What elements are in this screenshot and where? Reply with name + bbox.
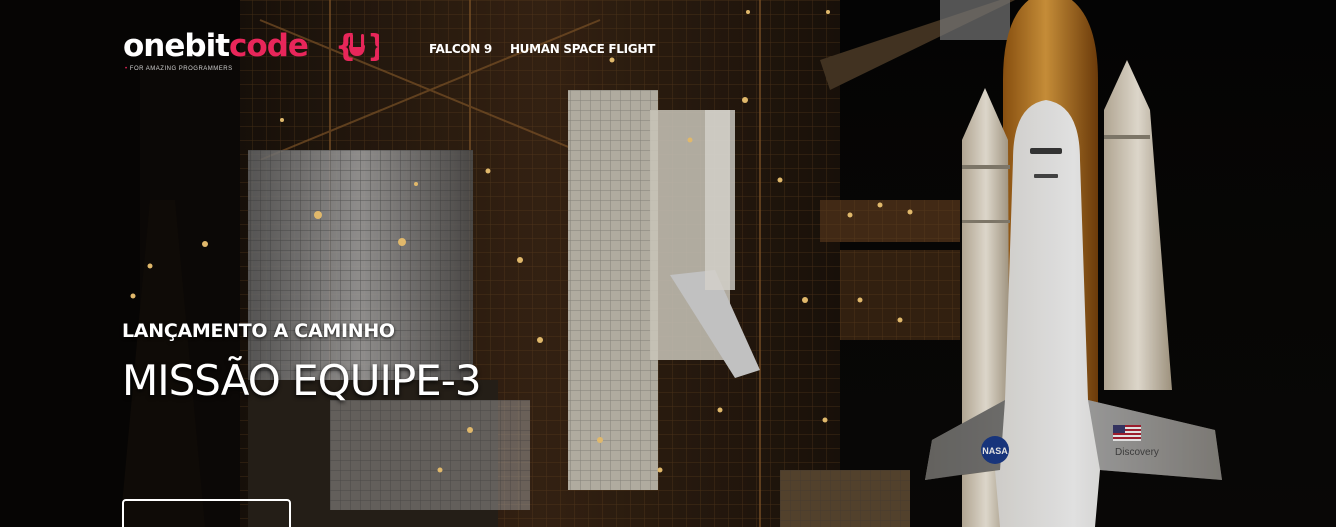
hero-cta-button[interactable]	[122, 499, 291, 527]
logo-wordmark-part1: onebit	[123, 28, 230, 64]
brand-logo[interactable]: onebitcode { } • FOR AMAZING PROGRAMMERS	[123, 26, 383, 76]
nav-link-human-space-flight[interactable]: HUMAN SPACE FLIGHT	[510, 42, 655, 56]
logo-tagline: • FOR AMAZING PROGRAMMERS	[125, 66, 233, 72]
logo-wordmark: onebitcode	[123, 26, 309, 66]
svg-text:{: {	[335, 29, 356, 64]
top-navbar: onebitcode { } • FOR AMAZING PROGRAMMERS…	[0, 0, 1336, 80]
hero-content: LANÇAMENTO A CAMINHO MISSÃO EQUIPE-3	[122, 320, 482, 405]
nav-link-falcon-9[interactable]: FALCON 9	[429, 42, 492, 56]
hero-section: NASA Discovery onebitcode { }	[0, 0, 1336, 527]
logo-wordmark-part2: code	[229, 28, 309, 64]
svg-text:}: }	[367, 29, 379, 64]
hero-title: MISSÃO EQUIPE-3	[122, 356, 482, 405]
rock-hand-icon: { }	[335, 29, 379, 64]
hero-subtitle: LANÇAMENTO A CAMINHO	[122, 320, 395, 342]
logo-tagline-text: FOR AMAZING PROGRAMMERS	[129, 66, 233, 72]
nav-menu: FALCON 9 HUMAN SPACE FLIGHT	[429, 42, 655, 56]
